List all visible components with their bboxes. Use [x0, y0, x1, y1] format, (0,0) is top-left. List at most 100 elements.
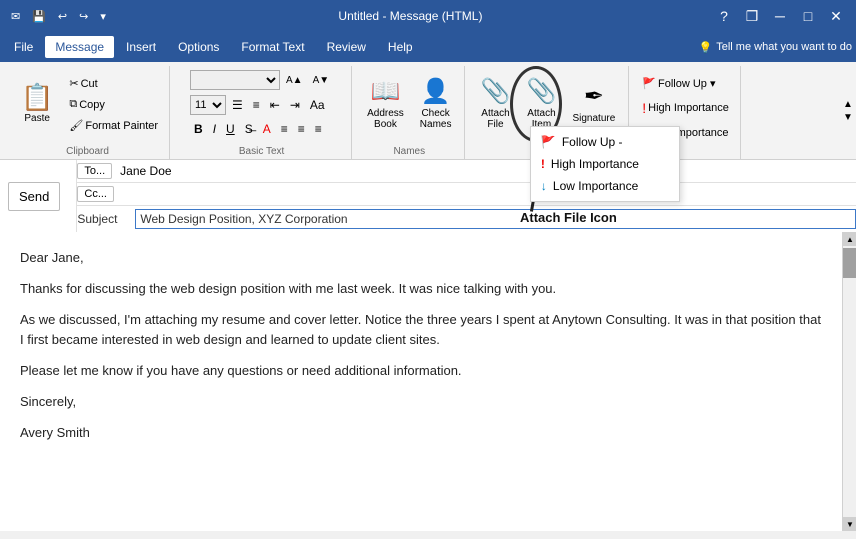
font-family-select[interactable] — [190, 70, 280, 90]
qat-save[interactable]: 💾 — [29, 8, 49, 25]
body-line-1: Dear Jane, — [20, 248, 822, 269]
tags-group: 🚩 Follow Up ▾ ! High Importance ↓ Low Im… — [631, 66, 741, 159]
clipboard-label: Clipboard — [12, 143, 163, 159]
italic-button[interactable]: I — [209, 120, 220, 138]
cc-button[interactable]: Cc... — [77, 186, 114, 202]
address-book-button[interactable]: 📖 Address Book — [360, 70, 411, 136]
to-row: To... — [77, 160, 856, 183]
ribbon-scroll-down[interactable]: ▼ — [843, 112, 853, 123]
paste-button[interactable]: 📋 Paste — [12, 70, 62, 136]
high-importance-icon: ! — [642, 100, 646, 116]
names-content: 📖 Address Book 👤 Check Names — [360, 66, 458, 143]
scroll-down-btn[interactable]: ▼ — [843, 517, 856, 531]
high-importance-button[interactable]: ! High Importance — [637, 97, 734, 119]
title-bar: ✉ 💾 ↩ ↪ ▾ Untitled - Message (HTML) ? ❐ … — [0, 0, 856, 32]
follow-up-button[interactable]: 🚩 Follow Up ▾ — [637, 74, 720, 93]
check-names-button[interactable]: 👤 Check Names — [413, 70, 459, 136]
subject-row: Subject — [77, 206, 856, 232]
menu-format-text[interactable]: Format Text — [231, 36, 314, 58]
fields-column: To... Cc... Subject — [77, 160, 856, 232]
qat-dropdown[interactable]: ▾ — [97, 8, 109, 25]
scroll-track — [843, 280, 856, 517]
address-book-icon: 📖 — [370, 77, 400, 106]
body-line-3: As we discussed, I'm attaching my resume… — [20, 310, 822, 352]
menu-options[interactable]: Options — [168, 36, 229, 58]
follow-up-label: Follow Up ▾ — [658, 77, 715, 90]
address-book-label: Address Book — [367, 108, 404, 130]
font-color-btn[interactable]: A — [259, 120, 275, 138]
cc-input[interactable] — [120, 186, 856, 202]
format-painter-icon: 🖌 — [69, 119, 83, 132]
cut-icon: ✂ — [69, 77, 78, 90]
indent-decrease-btn[interactable]: ⇤ — [266, 96, 284, 114]
message-body[interactable]: Dear Jane, Thanks for discussing the web… — [0, 232, 842, 531]
qat-undo[interactable]: ↩ — [55, 8, 70, 25]
help-btn[interactable]: ? — [712, 4, 736, 28]
attach-file-button[interactable]: 📎 Attach File — [473, 70, 517, 136]
dropdown-low-importance[interactable]: ↓ Low Importance — [531, 175, 679, 197]
title-bar-controls: ? ❐ ─ □ ✕ — [712, 4, 848, 28]
title-bar-left: ✉ 💾 ↩ ↪ ▾ — [8, 8, 109, 25]
format-painter-button[interactable]: 🖌 Format Painter — [64, 116, 163, 135]
body-line-2: Thanks for discussing the web design pos… — [20, 279, 822, 300]
check-names-icon: 👤 — [421, 77, 451, 106]
body-line-5: Sincerely, — [20, 392, 822, 413]
restore-btn[interactable]: ❐ — [740, 4, 764, 28]
menu-help[interactable]: Help — [378, 36, 423, 58]
font-row-3: B I U S̶ A ≡ ≡ ≡ — [190, 120, 326, 138]
body-scroll-area: Dear Jane, Thanks for discussing the web… — [0, 232, 856, 531]
copy-button[interactable]: ⧉ Copy — [64, 95, 163, 114]
cut-button[interactable]: ✂ Cut — [64, 74, 163, 93]
app-icon: ✉ — [8, 8, 23, 25]
search-icon: 💡 — [699, 41, 713, 54]
underline-button[interactable]: U — [222, 120, 239, 138]
header-section: Send To... Cc... Subject — [0, 160, 856, 232]
align-right-btn[interactable]: ≡ — [311, 120, 326, 138]
to-input[interactable] — [118, 163, 856, 179]
tags-dropdown: 🚩 Follow Up - ! High Importance ↓ Low Im… — [530, 126, 680, 202]
menu-message[interactable]: Message — [45, 36, 114, 58]
indent-increase-btn[interactable]: ⇥ — [286, 96, 304, 114]
subject-input[interactable] — [135, 209, 856, 229]
font-size-increase[interactable]: A▲ — [282, 73, 307, 88]
styles-btn[interactable]: Aa — [306, 96, 329, 114]
align-center-btn[interactable]: ≡ — [294, 120, 309, 138]
names-group: 📖 Address Book 👤 Check Names Names — [354, 66, 465, 159]
ribbon-scroll-up[interactable]: ▲ — [843, 99, 853, 110]
menu-review[interactable]: Review — [317, 36, 376, 58]
font-size-select[interactable]: 11 — [190, 95, 226, 115]
send-column: Send — [0, 160, 77, 232]
basic-text-label: Basic Text — [178, 143, 345, 159]
high-importance-label: High Importance — [648, 102, 729, 114]
qat-redo[interactable]: ↪ — [76, 8, 91, 25]
scroll-up-btn[interactable]: ▲ — [843, 232, 856, 246]
list-bullets-btn[interactable]: ☰ — [228, 96, 247, 114]
menu-file[interactable]: File — [4, 36, 43, 58]
paste-label: Paste — [24, 113, 50, 124]
attach-file-icon: 📎 — [481, 77, 511, 106]
menu-insert[interactable]: Insert — [116, 36, 166, 58]
font-size-decrease[interactable]: A▼ — [309, 73, 334, 88]
strikethrough-btn[interactable]: S̶ — [241, 120, 257, 138]
minimize-btn[interactable]: ─ — [768, 4, 792, 28]
basic-text-group: A▲ A▼ 11 ☰ ≡ ⇤ ⇥ Aa B I U S̶ A ≡ ≡ — [172, 66, 352, 159]
dropdown-follow-up[interactable]: 🚩 Follow Up - — [531, 131, 679, 153]
align-left-btn[interactable]: ≡ — [277, 120, 292, 138]
scroll-thumb[interactable] — [843, 248, 856, 278]
list-numbers-btn[interactable]: ≡ — [249, 96, 264, 114]
basic-text-content: A▲ A▼ 11 ☰ ≡ ⇤ ⇥ Aa B I U S̶ A ≡ ≡ — [190, 66, 333, 143]
menu-search-area: 💡 Tell me what you want to do — [699, 41, 852, 54]
search-text[interactable]: Tell me what you want to do — [716, 41, 852, 53]
dropdown-low-icon: ↓ — [541, 179, 547, 193]
clipboard-group: 📋 Paste ✂ Cut ⧉ Copy 🖌 Format Painter Cl… — [6, 66, 170, 159]
to-button[interactable]: To... — [77, 163, 112, 179]
attach-file-label: Attach File — [481, 108, 509, 130]
dropdown-high-icon: ! — [541, 157, 545, 171]
subject-label: Subject — [77, 212, 127, 226]
close-btn[interactable]: ✕ — [824, 4, 848, 28]
signature-label: Signature — [572, 113, 615, 124]
send-button[interactable]: Send — [8, 182, 60, 211]
maximize-btn[interactable]: □ — [796, 4, 820, 28]
dropdown-high-importance[interactable]: ! High Importance — [531, 153, 679, 175]
bold-button[interactable]: B — [190, 120, 207, 138]
